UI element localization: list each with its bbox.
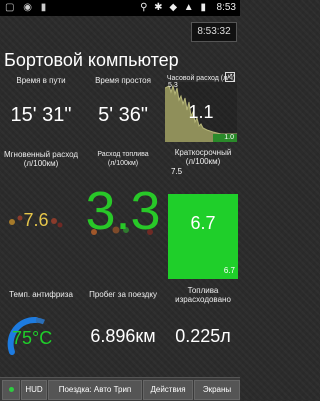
instant-consumption-value: 7.6 xyxy=(23,210,49,230)
page-title: Бортовой компьютер xyxy=(4,50,179,70)
connection-status-button[interactable] xyxy=(2,380,20,400)
hourly-top-value: 5.3 xyxy=(168,82,178,89)
connection-status-icon xyxy=(9,387,14,392)
status-clock: 8:53 xyxy=(216,2,236,13)
short-term-value: 6.7 xyxy=(190,213,216,233)
status-bar: ▢ ◉ ▮ ⚲ ✱ ◆ ▲ ▮ 8:53 xyxy=(0,0,240,16)
hourly-consumption-chart[interactable]: ↗ 5.3 1.1 1.0 xyxy=(164,72,237,142)
actions-button[interactable]: Действия xyxy=(143,380,193,400)
bottom-toolbar: HUD Поездка: Авто Трип Действия Экраны xyxy=(0,377,240,401)
idle-time-value: 5' 36" xyxy=(98,104,148,126)
screens-button[interactable]: Экраны xyxy=(194,380,240,400)
expand-icon[interactable]: ↗ xyxy=(225,72,235,82)
notification-icons: ▢ ◉ ▮ xyxy=(5,2,50,13)
short-term-top-value: 7.5 xyxy=(171,167,183,176)
short-term-bar: 7.5 6.7 6.7 xyxy=(168,161,238,279)
coolant-temp-gauge: 75°C xyxy=(4,300,64,360)
trip-distance-label: Пробег за поездку xyxy=(89,290,157,299)
trip-time-label: Время в пути xyxy=(16,76,66,85)
trip-fuel-label: Топлива израсходовано xyxy=(175,286,231,304)
coolant-temp-label: Темп. антифриза xyxy=(9,290,73,299)
fuel-consumption-value: 3.3 xyxy=(85,181,161,241)
fuel-consumption-label: Расход топлива (л/100км) xyxy=(97,151,149,167)
idle-time-label: Время простоя xyxy=(95,76,151,85)
hourly-value: 1.1 xyxy=(188,102,214,122)
coolant-temp-value: 75°C xyxy=(12,328,53,348)
short-term-bottom-value: 6.7 xyxy=(223,266,235,275)
hourly-bottom-value: 1.0 xyxy=(224,134,234,141)
trip-fuel-value: 0.225л xyxy=(175,326,231,346)
hud-button[interactable]: HUD xyxy=(21,380,47,400)
time-display: 8:53:32 xyxy=(191,22,237,42)
trip-distance-value: 6.896км xyxy=(90,326,156,346)
trip-mode-button[interactable]: Поездка: Авто Трип xyxy=(48,380,142,400)
system-icons: ⚲ ✱ ◆ ▲ ▮ xyxy=(140,2,208,13)
instant-consumption-label: Мгновенный расход (л/100км) xyxy=(3,150,79,168)
trip-time-value: 15' 31" xyxy=(10,104,72,126)
instant-consumption-gauge: 7.6 xyxy=(6,188,66,248)
